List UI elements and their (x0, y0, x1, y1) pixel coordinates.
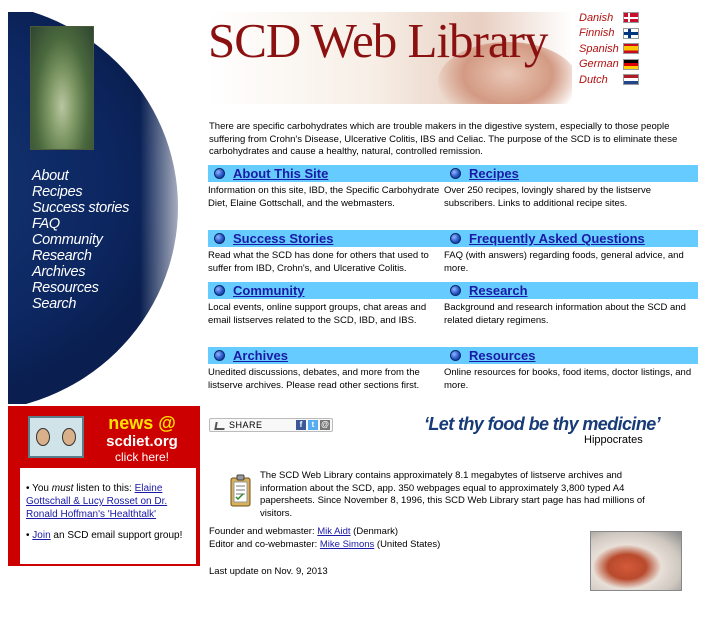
section-resources: Resources Online resources for books, fo… (444, 347, 698, 392)
language-danish[interactable]: Danish (579, 12, 623, 24)
founder-credit: Founder and webmaster: Mik Aidt (Denmark… (209, 526, 399, 537)
section-link[interactable]: Resources (469, 347, 535, 364)
news-item: • You must listen to this: Elaine Gottsc… (26, 483, 168, 520)
nav-recipes[interactable]: Recipes (32, 184, 129, 200)
left-nav-panel: About Recipes Success stories FAQ Commun… (8, 12, 200, 404)
nav-resources[interactable]: Resources (32, 280, 129, 296)
news-click-here[interactable]: click here! (94, 450, 190, 464)
nav-research[interactable]: Research (32, 248, 129, 264)
email-icon[interactable]: @ (320, 420, 330, 430)
bullet-icon (214, 168, 225, 179)
intro-text: There are specific carbohydrates which a… (209, 121, 678, 157)
language-menu: Danish Finnish Spanish German Dutch (579, 10, 639, 88)
section-community: Community Local events, online support g… (208, 282, 448, 327)
library-info: The SCD Web Library contains approximate… (260, 470, 645, 519)
section-text: FAQ (with answers) regarding foods, gene… (444, 250, 684, 274)
leaf-photo (30, 26, 94, 150)
bullet-icon (450, 168, 461, 179)
news-site[interactable]: scdiet.org (94, 433, 190, 450)
language-finnish[interactable]: Finnish (579, 27, 623, 39)
bullet-icon (214, 350, 225, 361)
quote-author: Hippocrates (584, 434, 643, 446)
news-title[interactable]: news @ (94, 414, 190, 433)
section-research: Research Background and research informa… (444, 282, 698, 327)
bullet-icon (214, 233, 225, 244)
section-link[interactable]: Success Stories (233, 230, 333, 247)
site-title: SCD Web Library (208, 13, 548, 68)
section-link[interactable]: Frequently Asked Questions (469, 230, 645, 247)
share-button[interactable]: SHARE f t @ (209, 418, 333, 432)
news-people-icon[interactable] (28, 416, 84, 458)
clipboard-icon (230, 474, 251, 507)
section-faq: Frequently Asked Questions FAQ (with ans… (444, 230, 698, 275)
news-box: news @ scdiet.org click here! • You must… (8, 406, 200, 566)
last-update: Last update on Nov. 9, 2013 (209, 566, 328, 577)
section-text: Over 250 recipes, lovingly shared by the… (444, 185, 651, 209)
section-text: Read what the SCD has done for others th… (208, 250, 429, 274)
editor-credit: Editor and co-webmaster: Mike Simons (Un… (209, 539, 441, 550)
twitter-icon[interactable]: t (308, 420, 318, 430)
german-flag-icon[interactable] (623, 58, 639, 70)
section-link[interactable]: Community (233, 282, 305, 299)
language-spanish[interactable]: Spanish (579, 43, 623, 55)
editor-link[interactable]: Mike Simons (320, 539, 374, 550)
language-dutch[interactable]: Dutch (579, 74, 623, 86)
section-link[interactable]: About This Site (233, 165, 328, 182)
language-german[interactable]: German (579, 58, 623, 70)
nav-archives[interactable]: Archives (32, 264, 129, 280)
bullet-icon (450, 350, 461, 361)
section-success-stories: Success Stories Read what the SCD has do… (208, 230, 448, 275)
section-about: About This Site Information on this site… (208, 165, 448, 210)
section-text: Unedited discussions, debates, and more … (208, 367, 420, 391)
main-nav: About Recipes Success stories FAQ Commun… (32, 168, 129, 312)
founder-link[interactable]: Mik Aidt (317, 526, 350, 537)
section-link[interactable]: Research (469, 282, 528, 299)
section-text: Information on this site, IBD, the Speci… (208, 185, 440, 209)
news-item: • Join an SCD email support group! (26, 530, 183, 541)
section-recipes: Recipes Over 250 recipes, lovingly share… (444, 165, 698, 210)
share-icon (214, 420, 226, 430)
nav-search[interactable]: Search (32, 296, 129, 312)
nav-faq[interactable]: FAQ (32, 216, 129, 232)
facebook-icon[interactable]: f (296, 420, 306, 430)
food-photo (590, 531, 682, 591)
nav-success-stories[interactable]: Success stories (32, 200, 129, 216)
quote: ‘Let thy food be thy medicine’ (424, 414, 661, 434)
join-link[interactable]: Join (32, 530, 50, 541)
section-text: Local events, online support groups, cha… (208, 302, 427, 326)
nav-community[interactable]: Community (32, 232, 129, 248)
header-banner: SCD Web Library (208, 12, 572, 104)
section-text: Online resources for books, food items, … (444, 367, 692, 391)
bullet-icon (450, 233, 461, 244)
bullet-icon (450, 285, 461, 296)
bullet-icon (214, 285, 225, 296)
news-items: • You must listen to this: Elaine Gottsc… (20, 468, 196, 564)
section-text: Background and research information abou… (444, 302, 686, 326)
danish-flag-icon[interactable] (623, 12, 639, 24)
spanish-flag-icon[interactable] (623, 43, 639, 55)
section-link[interactable]: Archives (233, 347, 288, 364)
dutch-flag-icon[interactable] (623, 74, 639, 86)
finnish-flag-icon[interactable] (623, 27, 639, 39)
section-link[interactable]: Recipes (469, 165, 519, 182)
nav-about[interactable]: About (32, 168, 129, 184)
section-archives: Archives Unedited discussions, debates, … (208, 347, 448, 392)
